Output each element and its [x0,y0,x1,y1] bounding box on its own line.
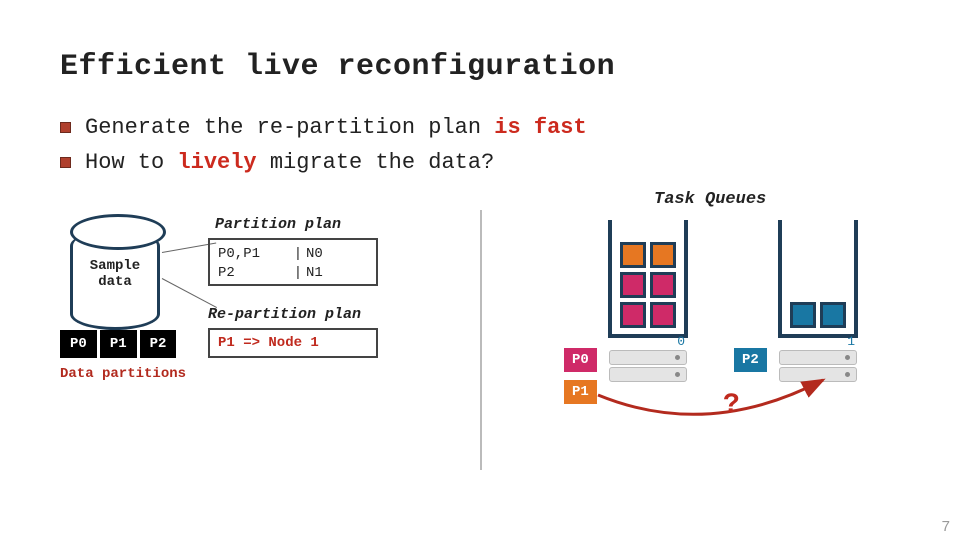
bullet-list: Generate the re-partition plan is fast H… [60,110,912,180]
slide-title: Efficient live reconfiguration [60,50,912,84]
queue-0 [608,220,688,338]
bullet-icon [60,157,71,168]
slide: Efficient live reconfiguration Generate … [0,0,972,547]
task-square-icon [650,242,676,268]
bullet-text: Generate the re-partition plan is fast [85,110,587,145]
task-square-icon [650,272,676,298]
queue-1 [778,220,858,338]
queue-row [620,242,676,268]
partition-chip: P0 [60,330,100,358]
partition-plan-box: P0,P1 | N0 P2 | N1 [208,238,378,286]
page-number: 7 [942,518,950,535]
bullet-icon [60,122,71,133]
queue-row [620,272,676,298]
tag-p2: P2 [734,348,767,372]
tag-p0: P0 [564,348,597,372]
server-index: 1 [847,334,855,349]
pp-row: P0,P1 | N0 [218,245,368,264]
task-square-icon [620,272,646,298]
task-square-icon [650,302,676,328]
bullet-item: Generate the re-partition plan is fast [60,110,912,145]
question-mark: ? [723,390,740,421]
vertical-divider [480,210,482,470]
partition-chip: P1 [100,330,140,358]
pp-row: P2 | N1 [218,264,368,283]
server-index: 0 [677,334,685,349]
partition-plan-label: Partition plan [215,216,341,233]
task-square-icon [620,242,646,268]
partition-chips: P0 P1 P2 [60,330,176,358]
cylinder: Sample data [70,230,160,330]
queue-row [620,302,676,328]
task-square-icon [620,302,646,328]
diagram-body: Sample data Partition plan P0,P1 | N0 P2… [60,210,912,490]
cylinder-label: Sample data [73,258,157,290]
repartition-plan-box: P1 => Node 1 [208,328,378,358]
task-square-icon [790,302,816,328]
repartition-plan-label: Re-partition plan [208,306,361,323]
partition-chip: P2 [140,330,177,358]
bullet-text: How to lively migrate the data? [85,145,494,180]
bullet-item: How to lively migrate the data? [60,145,912,180]
task-square-icon [820,302,846,328]
right-panel: Task Queues 0 1 [568,210,912,490]
cylinder-icon: Sample data [70,230,160,330]
left-panel: Sample data Partition plan P0,P1 | N0 P2… [60,210,430,490]
partitions-caption: Data partitions [60,366,186,382]
task-queues-title: Task Queues [654,190,766,209]
queue-row [790,302,846,328]
